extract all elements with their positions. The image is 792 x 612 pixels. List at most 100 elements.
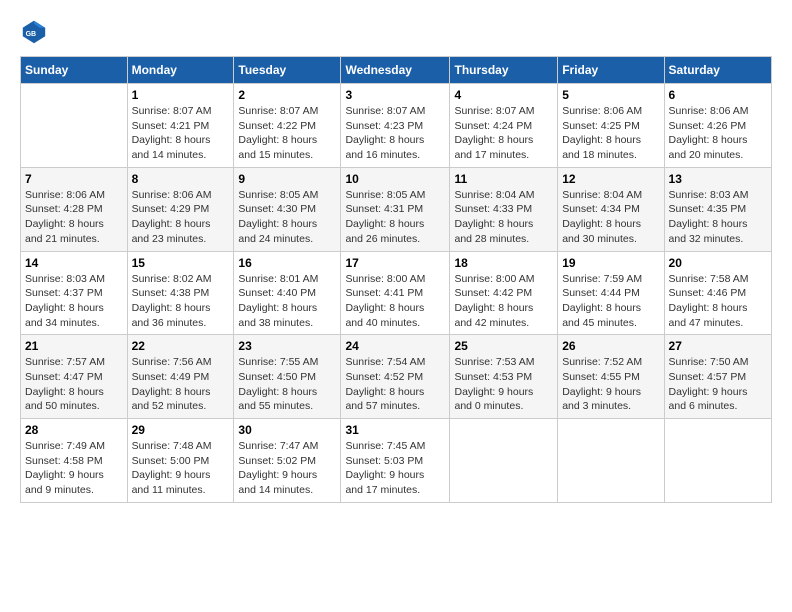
day-info: Sunrise: 8:00 AM Sunset: 4:41 PM Dayligh… [345,272,445,331]
calendar-cell: 25 Sunrise: 7:53 AM Sunset: 4:53 PM Dayli… [450,335,558,419]
day-info: Sunrise: 8:06 AM Sunset: 4:26 PM Dayligh… [669,104,767,163]
weekday-header-monday: Monday [127,57,234,84]
day-number: 24 [345,339,445,353]
calendar-week-row: 1 Sunrise: 8:07 AM Sunset: 4:21 PM Daylig… [21,84,772,168]
day-number: 20 [669,256,767,270]
calendar-cell: 26Sunrise: 7:52 AM Sunset: 4:55 PM Dayli… [558,335,664,419]
day-number: 22 [132,339,230,353]
calendar-week-row: 28 Sunrise: 7:49 AM Sunset: 4:58 PM Dayli… [21,419,772,503]
day-number: 2 [238,88,336,102]
calendar-table: SundayMondayTuesdayWednesdayThursdayFrid… [20,56,772,503]
calendar-cell: 19 Sunrise: 7:59 AM Sunset: 4:44 PM Dayli… [558,251,664,335]
weekday-header-thursday: Thursday [450,57,558,84]
day-number: 19 [562,256,659,270]
day-info: Sunrise: 7:50 AM Sunset: 4:57 PM Dayligh… [669,355,767,414]
day-info: Sunrise: 8:01 AM Sunset: 4:40 PM Dayligh… [238,272,336,331]
day-number: 15 [132,256,230,270]
day-info: Sunrise: 7:56 AM Sunset: 4:49 PM Dayligh… [132,355,230,414]
day-number: 8 [132,172,230,186]
weekday-header-friday: Friday [558,57,664,84]
day-info: Sunrise: 8:02 AM Sunset: 4:38 PM Dayligh… [132,272,230,331]
day-number: 7 [25,172,123,186]
day-info: Sunrise: 8:07 AM Sunset: 4:21 PM Dayligh… [132,104,230,163]
calendar-cell: 14Sunrise: 8:03 AM Sunset: 4:37 PM Dayli… [21,251,128,335]
day-info: Sunrise: 8:06 AM Sunset: 4:29 PM Dayligh… [132,188,230,247]
day-info: Sunrise: 7:47 AM Sunset: 5:02 PM Dayligh… [238,439,336,498]
day-number: 6 [669,88,767,102]
page-header: GB [20,18,772,46]
calendar-week-row: 14Sunrise: 8:03 AM Sunset: 4:37 PM Dayli… [21,251,772,335]
calendar-cell: 18 Sunrise: 8:00 AM Sunset: 4:42 PM Dayli… [450,251,558,335]
day-number: 1 [132,88,230,102]
day-info: Sunrise: 7:58 AM Sunset: 4:46 PM Dayligh… [669,272,767,331]
logo-icon: GB [20,18,48,46]
calendar-cell: 11Sunrise: 8:04 AM Sunset: 4:33 PM Dayli… [450,167,558,251]
weekday-header-row: SundayMondayTuesdayWednesdayThursdayFrid… [21,57,772,84]
day-info: Sunrise: 7:53 AM Sunset: 4:53 PM Dayligh… [454,355,553,414]
day-number: 3 [345,88,445,102]
day-number: 4 [454,88,553,102]
calendar-cell: 29Sunrise: 7:48 AM Sunset: 5:00 PM Dayli… [127,419,234,503]
calendar-cell: 8 Sunrise: 8:06 AM Sunset: 4:29 PM Daylig… [127,167,234,251]
day-number: 17 [345,256,445,270]
day-info: Sunrise: 7:59 AM Sunset: 4:44 PM Dayligh… [562,272,659,331]
calendar-cell: 13Sunrise: 8:03 AM Sunset: 4:35 PM Dayli… [664,167,771,251]
day-info: Sunrise: 8:03 AM Sunset: 4:35 PM Dayligh… [669,188,767,247]
calendar-cell: 22 Sunrise: 7:56 AM Sunset: 4:49 PM Dayli… [127,335,234,419]
calendar-week-row: 7 Sunrise: 8:06 AM Sunset: 4:28 PM Daylig… [21,167,772,251]
day-number: 26 [562,339,659,353]
day-info: Sunrise: 7:48 AM Sunset: 5:00 PM Dayligh… [132,439,230,498]
day-info: Sunrise: 8:07 AM Sunset: 4:23 PM Dayligh… [345,104,445,163]
day-info: Sunrise: 7:55 AM Sunset: 4:50 PM Dayligh… [238,355,336,414]
day-info: Sunrise: 7:54 AM Sunset: 4:52 PM Dayligh… [345,355,445,414]
day-number: 23 [238,339,336,353]
day-info: Sunrise: 8:00 AM Sunset: 4:42 PM Dayligh… [454,272,553,331]
day-info: Sunrise: 7:57 AM Sunset: 4:47 PM Dayligh… [25,355,123,414]
day-number: 16 [238,256,336,270]
calendar-cell: 6 Sunrise: 8:06 AM Sunset: 4:26 PM Daylig… [664,84,771,168]
day-info: Sunrise: 8:05 AM Sunset: 4:30 PM Dayligh… [238,188,336,247]
day-number: 21 [25,339,123,353]
calendar-cell: 24 Sunrise: 7:54 AM Sunset: 4:52 PM Dayli… [341,335,450,419]
svg-text:GB: GB [26,31,36,38]
weekday-header-saturday: Saturday [664,57,771,84]
day-number: 27 [669,339,767,353]
calendar-cell: 20 Sunrise: 7:58 AM Sunset: 4:46 PM Dayli… [664,251,771,335]
day-number: 28 [25,423,123,437]
calendar-cell: 30Sunrise: 7:47 AM Sunset: 5:02 PM Dayli… [234,419,341,503]
calendar-cell: 12Sunrise: 8:04 AM Sunset: 4:34 PM Dayli… [558,167,664,251]
calendar-cell: 10 Sunrise: 8:05 AM Sunset: 4:31 PM Dayli… [341,167,450,251]
day-info: Sunrise: 8:07 AM Sunset: 4:24 PM Dayligh… [454,104,553,163]
day-info: Sunrise: 7:45 AM Sunset: 5:03 PM Dayligh… [345,439,445,498]
day-info: Sunrise: 8:05 AM Sunset: 4:31 PM Dayligh… [345,188,445,247]
calendar-cell [450,419,558,503]
weekday-header-sunday: Sunday [21,57,128,84]
calendar-cell: 5Sunrise: 8:06 AM Sunset: 4:25 PM Daylig… [558,84,664,168]
calendar-cell: 4 Sunrise: 8:07 AM Sunset: 4:24 PM Daylig… [450,84,558,168]
calendar-cell: 28 Sunrise: 7:49 AM Sunset: 4:58 PM Dayli… [21,419,128,503]
calendar-cell: 3 Sunrise: 8:07 AM Sunset: 4:23 PM Daylig… [341,84,450,168]
calendar-cell: 16 Sunrise: 8:01 AM Sunset: 4:40 PM Dayli… [234,251,341,335]
calendar-cell: 23 Sunrise: 7:55 AM Sunset: 4:50 PM Dayli… [234,335,341,419]
day-info: Sunrise: 8:07 AM Sunset: 4:22 PM Dayligh… [238,104,336,163]
page-container: GB SundayMondayTuesdayWednesdayThursdayF… [0,0,792,513]
weekday-header-wednesday: Wednesday [341,57,450,84]
day-number: 12 [562,172,659,186]
day-number: 9 [238,172,336,186]
weekday-header-tuesday: Tuesday [234,57,341,84]
day-info: Sunrise: 7:49 AM Sunset: 4:58 PM Dayligh… [25,439,123,498]
day-number: 25 [454,339,553,353]
calendar-cell: 7 Sunrise: 8:06 AM Sunset: 4:28 PM Daylig… [21,167,128,251]
calendar-cell: 15 Sunrise: 8:02 AM Sunset: 4:38 PM Dayli… [127,251,234,335]
day-info: Sunrise: 8:06 AM Sunset: 4:28 PM Dayligh… [25,188,123,247]
day-number: 31 [345,423,445,437]
calendar-cell: 2 Sunrise: 8:07 AM Sunset: 4:22 PM Daylig… [234,84,341,168]
calendar-cell: 21 Sunrise: 7:57 AM Sunset: 4:47 PM Dayli… [21,335,128,419]
day-info: Sunrise: 8:06 AM Sunset: 4:25 PM Dayligh… [562,104,659,163]
calendar-cell: 1 Sunrise: 8:07 AM Sunset: 4:21 PM Daylig… [127,84,234,168]
calendar-cell [558,419,664,503]
day-number: 10 [345,172,445,186]
calendar-cell: 31 Sunrise: 7:45 AM Sunset: 5:03 PM Dayli… [341,419,450,503]
calendar-cell: 27 Sunrise: 7:50 AM Sunset: 4:57 PM Dayli… [664,335,771,419]
day-number: 18 [454,256,553,270]
